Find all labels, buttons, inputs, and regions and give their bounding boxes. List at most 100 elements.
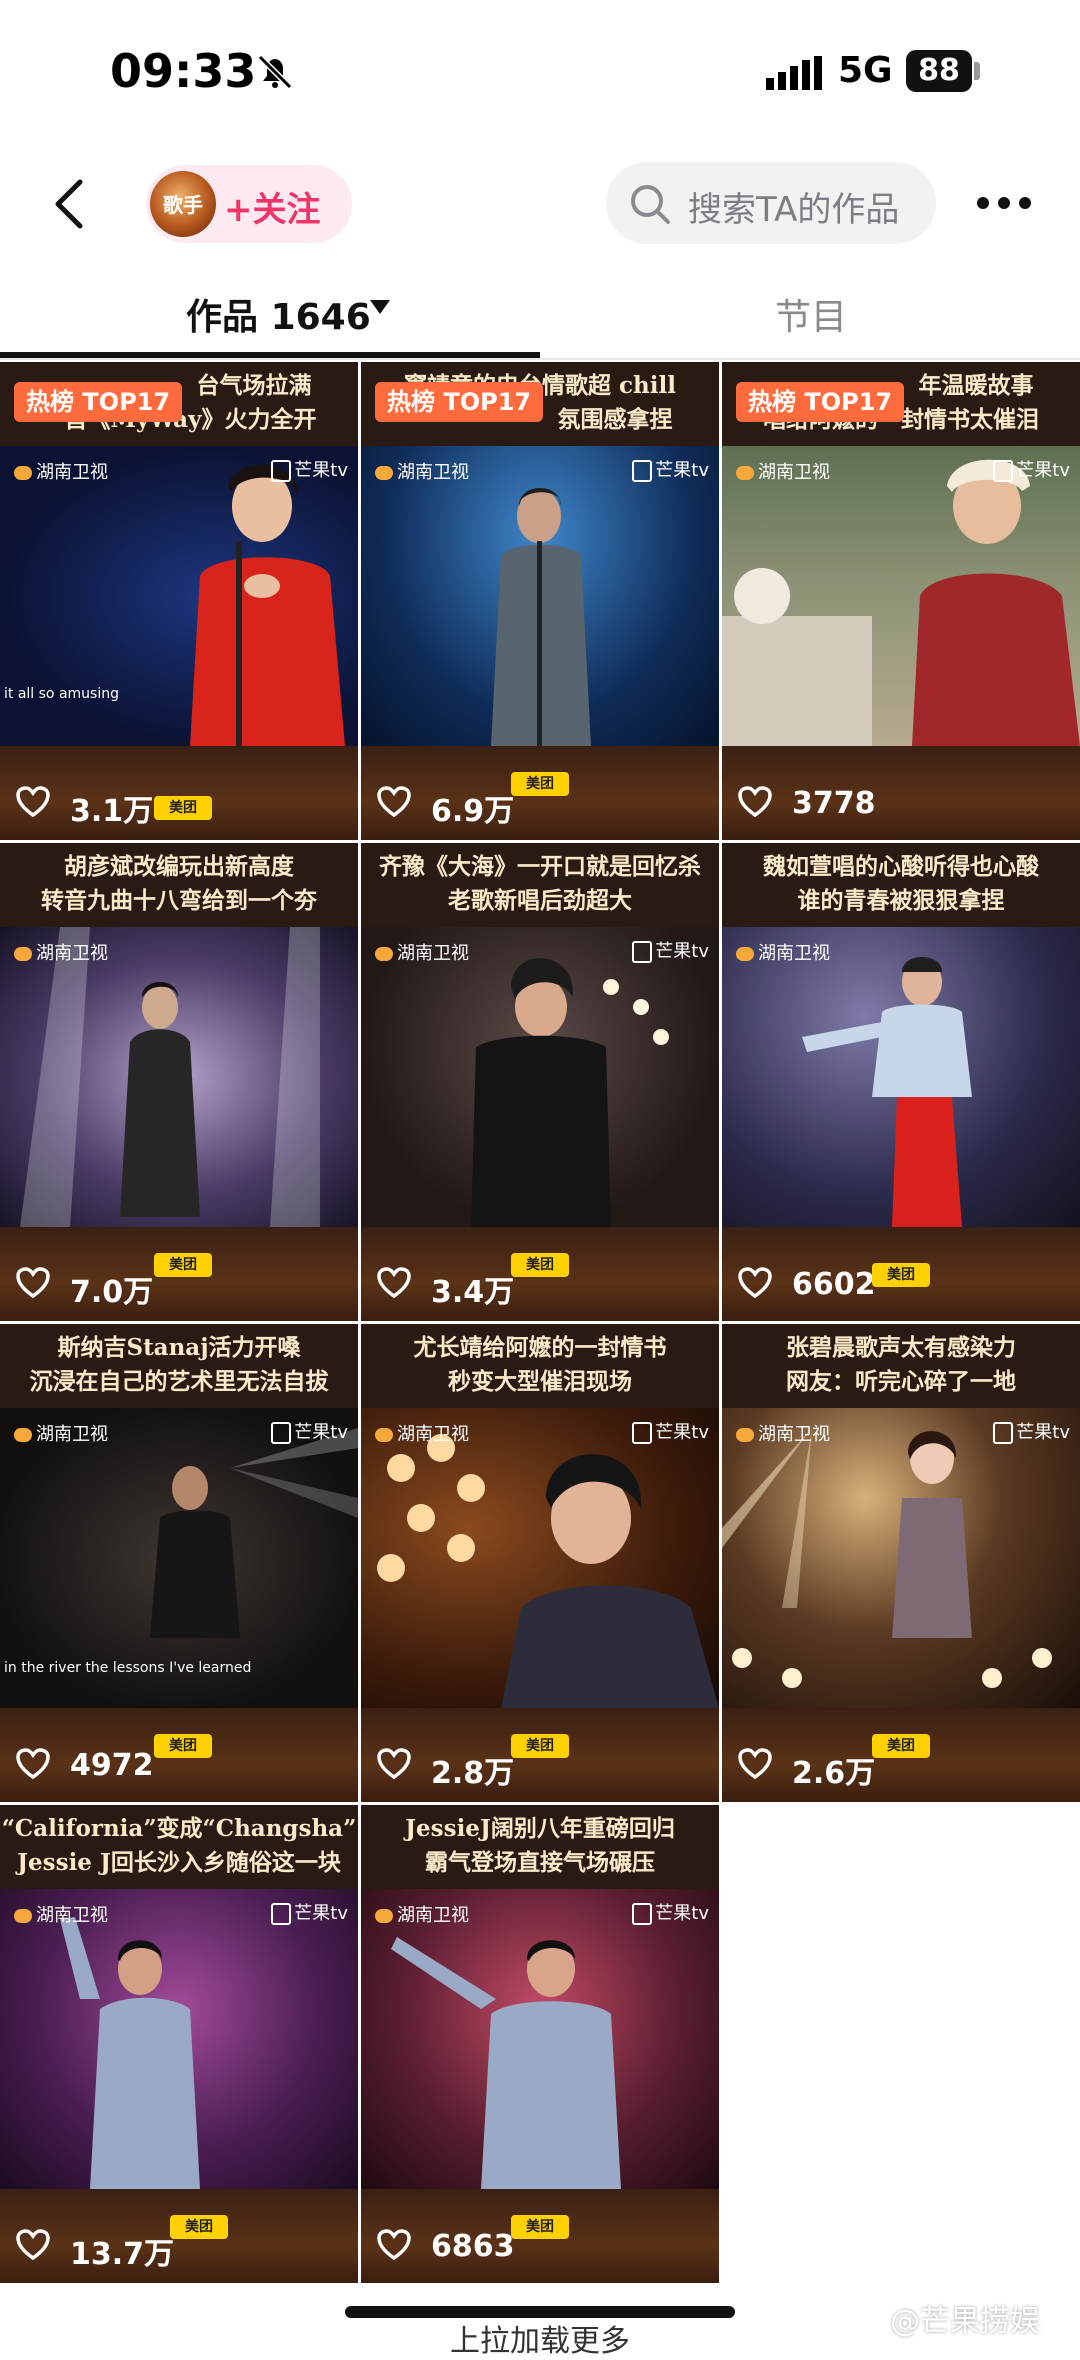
hunan-tv-logo: 湖南卫视 — [375, 458, 469, 483]
platform-name: 芒果tv — [294, 1903, 348, 1924]
search-placeholder[interactable]: 搜索TA的作品 — [688, 182, 899, 231]
follow-label[interactable]: +关注 — [224, 182, 321, 231]
hot-badge: 热榜 TOP17 — [736, 382, 905, 422]
video-card[interactable]: 胡彦斌改编玩出新高度 转音九曲十八弯给到一个夯 湖南卫视 7.0万 美团 — [0, 843, 358, 1321]
status-bar: 09:33 5G 88 — [0, 0, 1080, 150]
tab-works[interactable]: 作品 1646 — [186, 288, 371, 340]
status-time: 09:33 — [110, 44, 257, 98]
heart-icon — [16, 1267, 50, 1299]
card-title-line2: 霸气登场直接气场碾压 — [425, 1849, 655, 1876]
watermark: @芒果捞娱 — [890, 2304, 1040, 2339]
video-thumbnail — [0, 1889, 358, 2189]
card-title-line1: JessieJ阔别八年重磅回归 — [405, 1815, 675, 1842]
card-title-line2: 沉浸在自己的艺术里无法自拔 — [29, 1368, 329, 1395]
video-card[interactable]: 尤长靖给阿嬷的一封情书 秒变大型催泪现场 湖南卫视 芒果tv 2.8万 美团 — [361, 1324, 719, 1802]
card-header: JessieJ阔别八年重磅回归 霸气登场直接气场碾压 — [361, 1805, 719, 1889]
heart-icon — [16, 2229, 50, 2261]
card-title-line2: 网友：听完心碎了一地 — [786, 1368, 1016, 1395]
video-card[interactable]: 魏如萱唱的心酸听得也心酸 谁的青春被狠狠拿捏 湖南卫视 6602 美团 — [722, 843, 1080, 1321]
card-title-line1: 齐豫《大海》一开口就是回忆杀 — [379, 853, 701, 880]
platform-name: 芒果tv — [294, 1422, 348, 1443]
video-card[interactable]: 年温暖故事 唱给阿嬷的一封情书太催泪 热榜 TOP17 湖南卫视 芒果tv 37… — [722, 362, 1080, 840]
singer-figure — [377, 1434, 719, 1708]
singer-figure — [802, 957, 972, 1227]
back-arrow-icon[interactable] — [50, 178, 90, 230]
meituan-logo: 美团 — [511, 1734, 569, 1758]
tab-works-label: 作品 — [186, 297, 259, 338]
card-title-line1: 胡彦斌改编玩出新高度 — [64, 853, 294, 880]
meituan-logo: 美团 — [154, 1734, 212, 1758]
card-title-line2: 老歌新唱后劲超大 — [448, 887, 632, 914]
video-card[interactable]: 窦靖童的电台情歌超 chill 氛围感拿捏 热榜 TOP17 湖南卫视 芒果tv… — [361, 362, 719, 840]
signal-icon — [766, 56, 822, 90]
meituan-logo: 美团 — [511, 772, 569, 796]
bell-muted-icon — [257, 54, 293, 90]
video-card[interactable]: JessieJ阔别八年重磅回归 霸气登场直接气场碾压 湖南卫视 芒果tv 686… — [361, 1805, 719, 2283]
mango-tv-logo: 芒果tv — [993, 456, 1070, 482]
lyric-subtitle: in the river the lessons I've learned — [4, 1660, 252, 1676]
singer-figure — [491, 488, 591, 746]
like-count: 4972 — [70, 1748, 154, 1783]
like-count: 6602 — [792, 1267, 876, 1302]
channel-name: 湖南卫视 — [36, 943, 108, 964]
lyric-subtitle: it all so amusing — [4, 686, 119, 702]
avatar[interactable]: 歌手 — [150, 171, 216, 237]
meituan-logo: 美团 — [511, 1253, 569, 1277]
video-card[interactable]: 台气场拉满 一首《MyWay》火力全开 热榜 TOP17 it all so a… — [0, 362, 358, 840]
more-options-icon[interactable] — [976, 196, 1032, 210]
video-thumbnail — [361, 927, 719, 1227]
card-header: 张碧晨歌声太有感染力 网友：听完心碎了一地 — [722, 1324, 1080, 1408]
tab-divider — [0, 358, 1080, 360]
heart-icon — [738, 786, 772, 818]
platform-name: 芒果tv — [655, 460, 709, 481]
heart-icon — [738, 1267, 772, 1299]
video-card[interactable]: 斯纳吉Stanaj活力开嗓 沉浸在自己的艺术里无法自拔 in the river… — [0, 1324, 358, 1802]
video-thumbnail — [361, 1408, 719, 1708]
like-count: 13.7万 — [70, 2237, 175, 2272]
like-count: 2.8万 — [431, 1756, 515, 1791]
card-header: 魏如萱唱的心酸听得也心酸 谁的青春被狠狠拿捏 — [722, 843, 1080, 927]
hunan-tv-logo: 湖南卫视 — [375, 939, 469, 964]
mango-tv-logo: 芒果tv — [271, 1899, 348, 1925]
meituan-logo: 美团 — [872, 1263, 930, 1287]
video-card[interactable]: 张碧晨歌声太有感染力 网友：听完心碎了一地 湖南卫视 芒果tv 2.6万 美团 — [722, 1324, 1080, 1802]
heart-icon — [377, 2229, 411, 2261]
card-header: 斯纳吉Stanaj活力开嗓 沉浸在自己的艺术里无法自拔 — [0, 1324, 358, 1408]
hot-badge: 热榜 TOP17 — [14, 382, 183, 422]
card-title-line2: 转音九曲十八弯给到一个夯 — [41, 887, 317, 914]
singer-figure — [722, 1428, 1052, 1688]
hunan-tv-logo: 湖南卫视 — [14, 458, 108, 483]
hot-badge: 热榜 TOP17 — [375, 382, 544, 422]
mango-tv-logo: 芒果tv — [271, 456, 348, 482]
channel-name: 湖南卫视 — [758, 1424, 830, 1445]
channel-name: 湖南卫视 — [758, 462, 830, 483]
card-title-line2: 谁的青春被狠狠拿捏 — [797, 887, 1005, 914]
network-type: 5G — [838, 50, 893, 91]
channel-name: 湖南卫视 — [397, 462, 469, 483]
like-count: 6.9万 — [431, 794, 515, 829]
hunan-tv-logo: 湖南卫视 — [375, 1901, 469, 1926]
tab-shows[interactable]: 节目 — [775, 288, 847, 340]
video-card[interactable]: 齐豫《大海》一开口就是回忆杀 老歌新唱后劲超大 湖南卫视 芒果tv 3.4万 美… — [361, 843, 719, 1321]
video-thumbnail — [722, 446, 1080, 746]
video-thumbnail: in the river the lessons I've learned — [0, 1408, 358, 1708]
platform-name: 芒果tv — [655, 1903, 709, 1924]
search-icon — [631, 185, 670, 224]
mango-tv-logo: 芒果tv — [993, 1418, 1070, 1444]
platform-name: 芒果tv — [1016, 460, 1070, 481]
card-title-line1: 尤长靖给阿嬷的一封情书 — [413, 1334, 667, 1361]
like-count: 3778 — [792, 786, 876, 821]
card-header: 尤长靖给阿嬷的一封情书 秒变大型催泪现场 — [361, 1324, 719, 1408]
card-footer — [0, 746, 358, 840]
caret-down-icon[interactable] — [370, 300, 390, 316]
video-thumbnail — [361, 446, 719, 746]
battery-tip — [974, 62, 980, 80]
singer-figure — [471, 958, 669, 1227]
heart-icon — [377, 1267, 411, 1299]
hunan-tv-logo: 湖南卫视 — [736, 1420, 830, 1445]
like-count: 2.6万 — [792, 1756, 876, 1791]
card-title-line2: Jessie J回长沙入乡随俗这一块 — [17, 1849, 341, 1876]
battery-icon: 88 — [906, 50, 972, 92]
video-card[interactable]: “California”变成“Changsha” Jessie J回长沙入乡随俗… — [0, 1805, 358, 2283]
hunan-tv-logo: 湖南卫视 — [14, 1420, 108, 1445]
